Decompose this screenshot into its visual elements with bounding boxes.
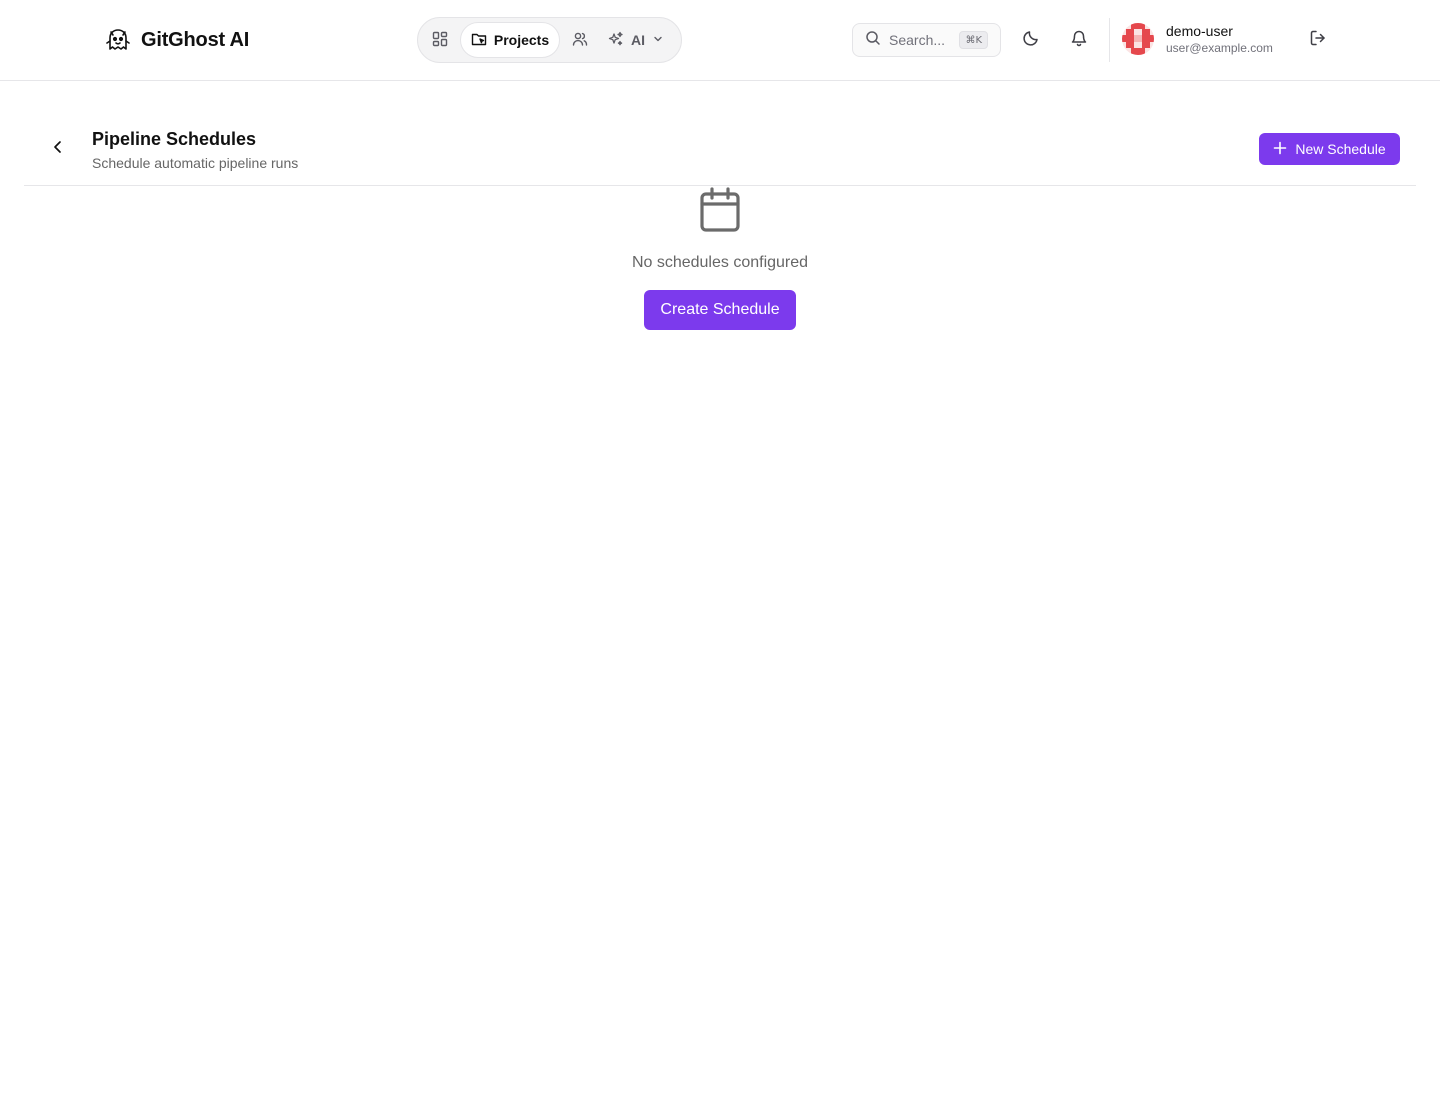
brand-name: GitGhost AI	[141, 28, 250, 51]
avatar	[1122, 23, 1154, 55]
user-info: demo-user user@example.com	[1166, 22, 1273, 56]
header-divider	[1109, 18, 1110, 62]
folder-icon	[471, 31, 487, 50]
top-header: GitGhost AI Projects AI Search... ⌘K dem…	[0, 0, 1440, 81]
nav-projects-label: Projects	[493, 32, 550, 48]
logout-button[interactable]	[1300, 22, 1336, 58]
nav-users[interactable]	[562, 22, 598, 58]
create-schedule-button[interactable]: Create Schedule	[644, 290, 796, 330]
notifications-button[interactable]	[1061, 22, 1097, 58]
nav-projects[interactable]: Projects	[460, 22, 560, 58]
user-menu[interactable]: demo-user user@example.com	[1122, 22, 1273, 56]
theme-toggle-button[interactable]	[1013, 22, 1049, 58]
nav-dashboard[interactable]	[422, 22, 458, 58]
back-button[interactable]	[42, 133, 74, 165]
ghost-logo-icon	[103, 25, 133, 55]
nav-ai-dropdown[interactable]: AI	[600, 22, 674, 58]
new-schedule-label: New Schedule	[1295, 141, 1386, 157]
search-input[interactable]	[889, 32, 949, 48]
chevron-down-icon	[652, 32, 664, 48]
calendar-icon	[696, 186, 744, 234]
bell-icon	[1070, 29, 1088, 52]
plus-icon	[1273, 141, 1287, 158]
nav-ai-label: AI	[631, 32, 645, 48]
logout-icon	[1309, 29, 1327, 52]
page-title: Pipeline Schedules	[92, 129, 257, 149]
search-shortcut-badge: ⌘K	[959, 31, 988, 49]
user-email: user@example.com	[1166, 41, 1273, 55]
dashboard-icon	[432, 31, 448, 50]
search-icon	[865, 30, 881, 51]
empty-state-message: No schedules configured	[631, 254, 809, 271]
chevron-left-icon	[50, 139, 66, 160]
brand[interactable]: GitGhost AI	[103, 25, 249, 55]
new-schedule-button[interactable]: New Schedule	[1259, 133, 1400, 165]
sparkles-icon	[608, 31, 624, 50]
page-subtitle: Schedule automatic pipeline runs	[92, 155, 299, 171]
search-box[interactable]: ⌘K	[852, 23, 1001, 57]
moon-icon	[1022, 29, 1040, 52]
main-nav: Projects AI	[417, 17, 682, 63]
users-icon	[572, 31, 588, 50]
user-name: demo-user	[1166, 23, 1233, 39]
